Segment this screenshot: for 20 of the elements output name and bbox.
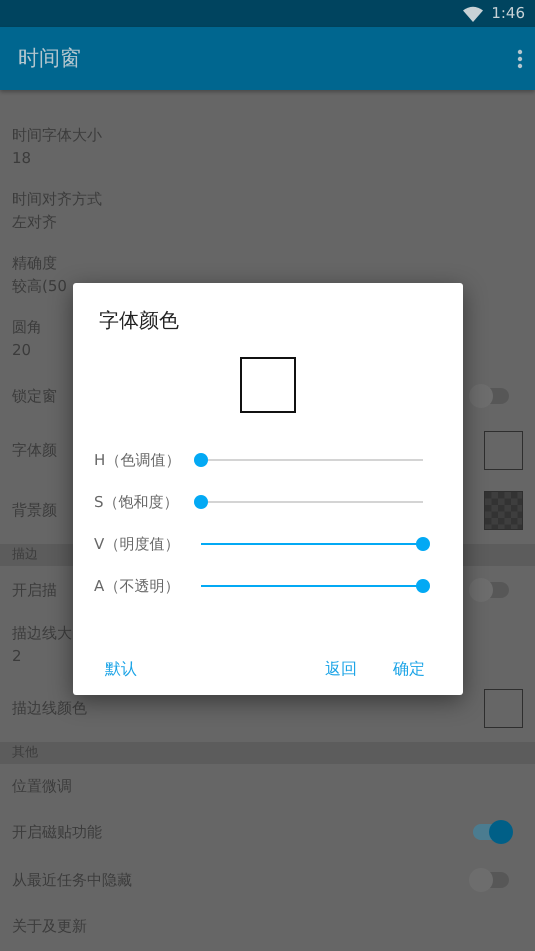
app-title: 时间窗 <box>18 44 81 72</box>
dialog-button[interactable]: 确定 <box>383 651 435 687</box>
more-menu-icon[interactable] <box>517 49 523 70</box>
slider-label: H（色调值） <box>94 450 182 471</box>
dialog-title: 字体颜色 <box>99 307 180 334</box>
color-swatch[interactable] <box>484 688 523 728</box>
slider-label: A（不透明） <box>94 576 180 597</box>
slider-thumb[interactable] <box>416 537 430 551</box>
slider-label: V（明度值） <box>94 534 180 555</box>
transparent-color-swatch[interactable] <box>484 490 523 530</box>
default-button[interactable]: 默认 <box>95 651 147 687</box>
color-swatch[interactable] <box>484 430 523 470</box>
slider-thumb[interactable] <box>194 453 208 467</box>
dialog-button[interactable]: 返回 <box>315 651 367 687</box>
color-preview <box>240 357 296 413</box>
slider-thumb[interactable] <box>416 579 430 593</box>
wifi-icon <box>463 6 484 22</box>
slider-thumb[interactable] <box>194 495 208 509</box>
slider-label: S（饱和度） <box>94 492 180 513</box>
status-time: 1:46 <box>491 3 525 24</box>
